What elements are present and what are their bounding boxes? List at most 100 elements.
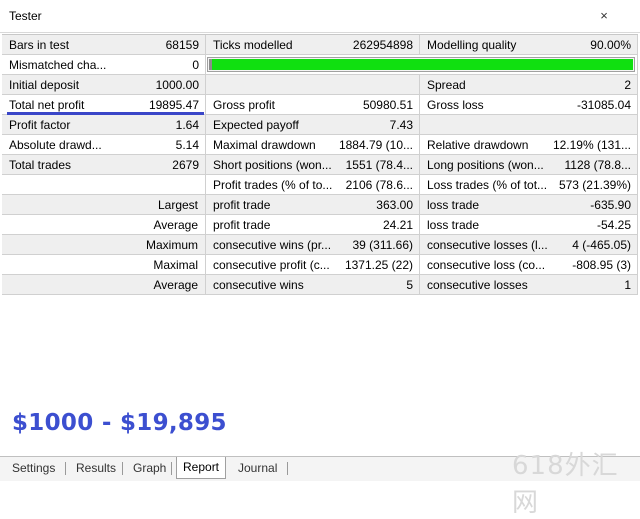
report-cell: Bars in test 68159 bbox=[2, 35, 206, 55]
highlight-underline bbox=[7, 112, 204, 115]
cell-label: consecutive losses bbox=[427, 278, 528, 292]
cell-value: 5 bbox=[406, 278, 413, 292]
cell-label: Initial deposit bbox=[9, 78, 80, 92]
report-cell: Profit trades (% of to... 2106 (78.6... bbox=[206, 175, 420, 195]
cell-label: loss trade bbox=[427, 198, 480, 212]
cell-label: Short positions (won... bbox=[213, 158, 332, 172]
report-cell bbox=[206, 75, 420, 95]
report-cell: profit trade 363.00 bbox=[206, 195, 420, 215]
report-cell: consecutive loss (co... -808.95 (3) bbox=[420, 255, 638, 275]
report-cell: Ticks modelled 262954898 bbox=[206, 35, 420, 55]
cell-value: 262954898 bbox=[352, 38, 413, 52]
cell-label: Total trades bbox=[9, 158, 72, 172]
cell-label: consecutive profit (c... bbox=[213, 258, 330, 272]
cell-value: 1000.00 bbox=[155, 78, 199, 92]
cell-label: consecutive wins (pr... bbox=[213, 238, 332, 252]
cell-value: 1551 (78.4... bbox=[345, 158, 413, 172]
cell-value: 90.00% bbox=[590, 38, 631, 52]
report-cell: Total trades 2679 bbox=[2, 155, 206, 175]
report-cell: loss trade -54.25 bbox=[420, 215, 638, 235]
cell-label: Expected payoff bbox=[213, 118, 299, 132]
cell-value: 12.19% (131... bbox=[552, 138, 631, 152]
report-cell: profit trade 24.21 bbox=[206, 215, 420, 235]
tab-settings[interactable]: Settings bbox=[6, 460, 61, 477]
cell-label: Maximum bbox=[145, 238, 198, 252]
report-cell: Largest bbox=[2, 195, 206, 215]
cell-label: Bars in test bbox=[9, 38, 70, 52]
overlay-annotation: $1000 - $19,895 bbox=[12, 410, 227, 436]
tab-separator bbox=[122, 462, 123, 475]
watermark: 618外汇网 bbox=[512, 451, 619, 518]
report-cell: Maximum bbox=[2, 235, 206, 255]
close-icon[interactable]: × bbox=[593, 7, 615, 25]
cell-value: 50980.51 bbox=[362, 98, 413, 112]
cell-value: -54.25 bbox=[596, 218, 631, 232]
cell-label: Absolute drawd... bbox=[9, 138, 102, 152]
cell-value: 1371.25 (22) bbox=[344, 258, 413, 272]
tab-graph[interactable]: Graph bbox=[127, 460, 172, 477]
cell-value: 24.21 bbox=[382, 218, 413, 232]
cell-label: Loss trades (% of tot... bbox=[427, 178, 548, 192]
report-cell: Relative drawdown 12.19% (131... bbox=[420, 135, 638, 155]
cell-value: -808.95 (3) bbox=[572, 258, 631, 272]
report-cell: consecutive wins (pr... 39 (311.66) bbox=[206, 235, 420, 255]
report-cell: Initial deposit 1000.00 bbox=[2, 75, 206, 95]
report-cell: Profit factor 1.64 bbox=[2, 115, 206, 135]
title-bar: Tester × bbox=[0, 0, 640, 33]
cell-label: Largest bbox=[157, 198, 198, 212]
cell-value: 1884.79 (10... bbox=[338, 138, 413, 152]
report-cell: consecutive profit (c... 1371.25 (22) bbox=[206, 255, 420, 275]
cell-label: profit trade bbox=[213, 198, 271, 212]
cell-label: Long positions (won... bbox=[427, 158, 544, 172]
cell-label: consecutive losses (l... bbox=[427, 238, 548, 252]
cell-label: Average bbox=[153, 218, 198, 232]
cell-label: Spread bbox=[427, 78, 466, 92]
cell-value: 19895.47 bbox=[148, 98, 199, 112]
report-cell: Mismatched cha... 0 bbox=[2, 55, 206, 75]
cell-value: 5.14 bbox=[175, 138, 199, 152]
cell-label: loss trade bbox=[427, 218, 480, 232]
cell-label: Ticks modelled bbox=[213, 38, 293, 52]
report-cell: Short positions (won... 1551 (78.4... bbox=[206, 155, 420, 175]
report-table: Bars in test 68159 Ticks modelled 262954898… bbox=[2, 34, 638, 297]
cell-label: Modelling quality bbox=[427, 38, 517, 52]
tab-journal[interactable]: Journal bbox=[232, 460, 283, 477]
cell-value: 1 bbox=[624, 278, 631, 292]
report-cell: Modelling quality 90.00% bbox=[420, 35, 638, 55]
cell-value: 0 bbox=[192, 58, 199, 72]
report-cell bbox=[420, 115, 638, 135]
cell-value: 1.64 bbox=[175, 118, 199, 132]
cell-label: Total net profit bbox=[9, 98, 85, 112]
cell-label: Average bbox=[153, 278, 198, 292]
cell-value: 7.43 bbox=[389, 118, 413, 132]
report-cell: Gross loss -31085.04 bbox=[420, 95, 638, 115]
report-cell bbox=[2, 175, 206, 195]
cell-value: -635.90 bbox=[590, 198, 631, 212]
cell-value: 2 bbox=[624, 78, 631, 92]
cell-label: Mismatched cha... bbox=[9, 58, 107, 72]
tab-results[interactable]: Results bbox=[70, 460, 122, 477]
tab-report[interactable]: Report bbox=[176, 457, 227, 479]
cell-label: Profit factor bbox=[9, 118, 71, 132]
cell-label: profit trade bbox=[213, 218, 271, 232]
report-cell: consecutive wins 5 bbox=[206, 275, 420, 295]
report-cell: loss trade -635.90 bbox=[420, 195, 638, 215]
cell-label: consecutive wins bbox=[213, 278, 304, 292]
report-cell: Maximal drawdown 1884.79 (10... bbox=[206, 135, 420, 155]
tab-separator bbox=[287, 462, 288, 475]
cell-value: 1128 (78.8... bbox=[564, 158, 632, 172]
report-cell: Spread 2 bbox=[420, 75, 638, 95]
cell-value: 4 (-465.05) bbox=[572, 238, 631, 252]
tab-separator bbox=[171, 462, 172, 475]
modelling-quality-bar-cell bbox=[206, 55, 638, 75]
cell-value: -31085.04 bbox=[576, 98, 631, 112]
report-cell: Absolute drawd... 5.14 bbox=[2, 135, 206, 155]
modelling-quality-progress-bar bbox=[207, 57, 635, 72]
cell-value: 2106 (78.6... bbox=[345, 178, 413, 192]
cell-value: 39 (311.66) bbox=[352, 238, 414, 252]
report-cell: Long positions (won... 1128 (78.8... bbox=[420, 155, 638, 175]
cell-label: Gross profit bbox=[213, 98, 276, 112]
cell-value: 573 (21.39%) bbox=[558, 178, 631, 192]
cell-value: 2679 bbox=[172, 158, 199, 172]
cell-value: 363.00 bbox=[376, 198, 413, 212]
